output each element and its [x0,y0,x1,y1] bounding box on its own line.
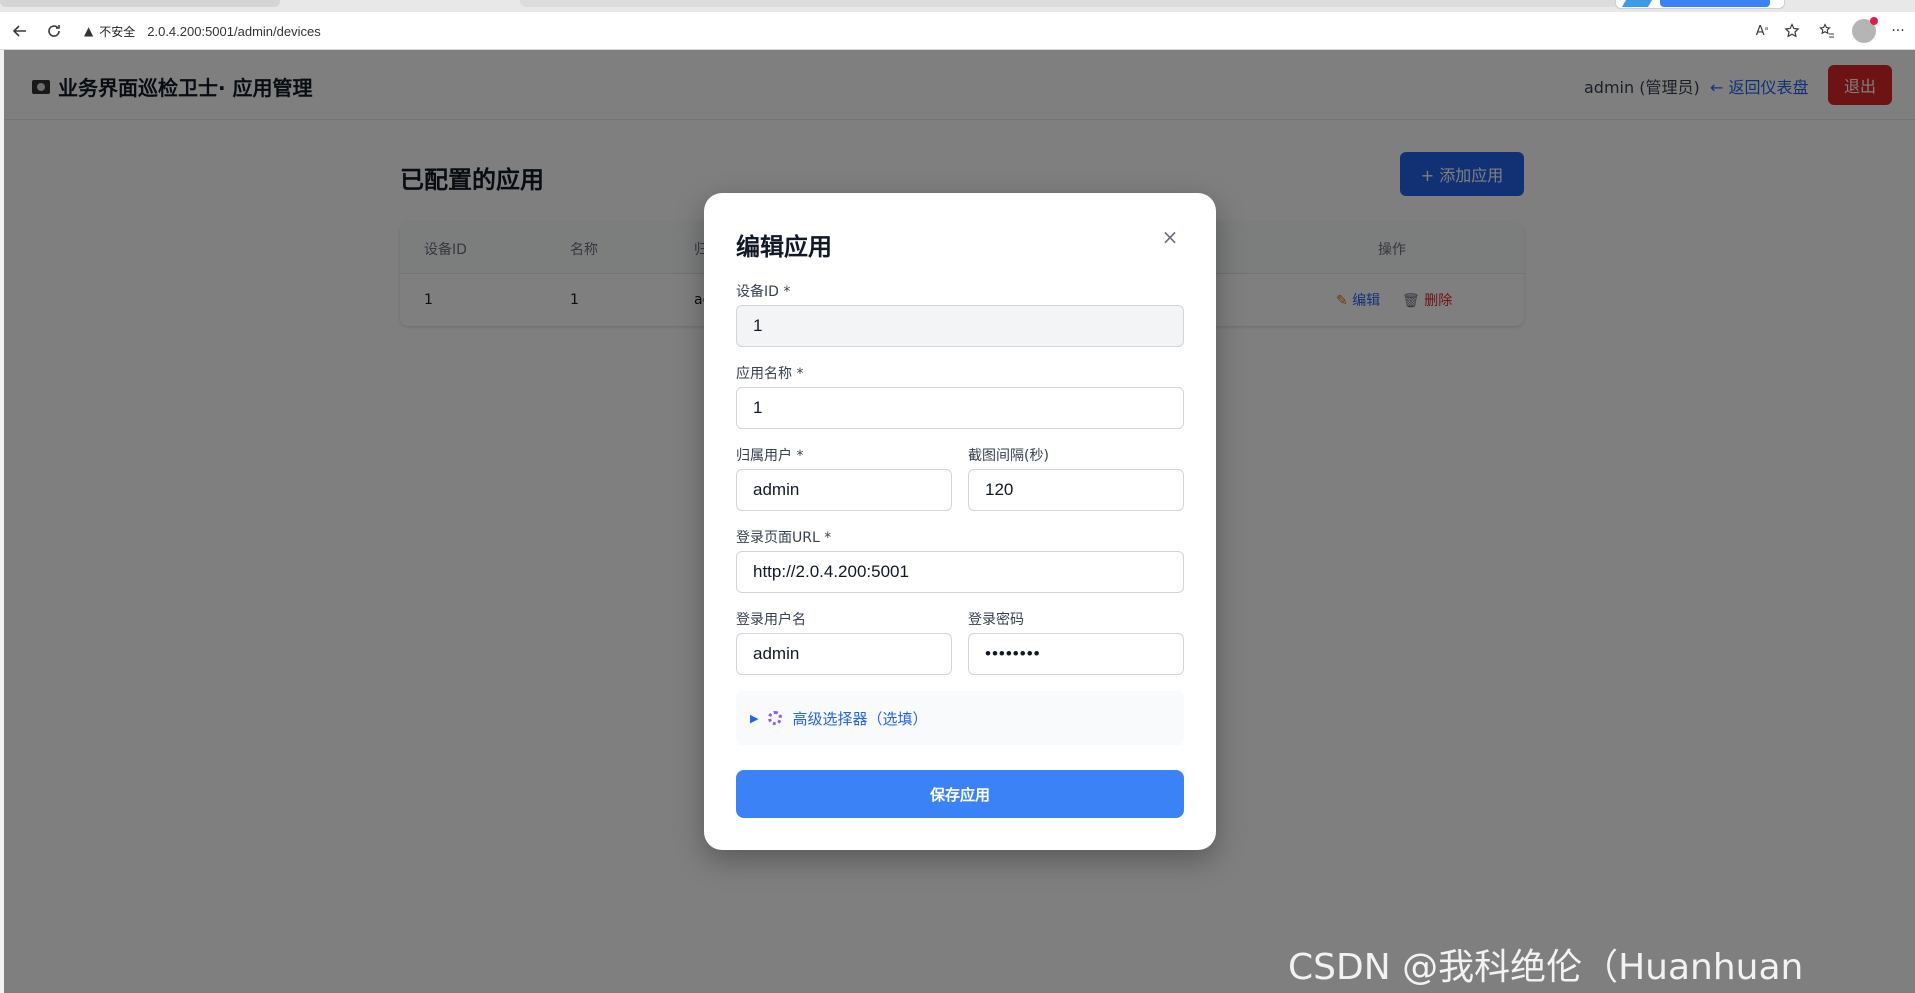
tab-favicon [1621,0,1653,7]
device-id-field[interactable]: 1 [736,305,1184,347]
app-name-label: 应用名称 * [736,366,804,382]
reload-icon[interactable] [42,19,66,43]
browser-tab[interactable] [520,0,1620,7]
close-icon[interactable]: × [1160,227,1180,247]
modal-title: 编辑应用 [736,233,832,261]
interval-field[interactable]: 120 [968,469,1184,511]
advanced-selectors-label: 高级选择器（选填） [792,709,928,728]
profile-avatar-icon[interactable] [1852,17,1878,43]
browser-tab-active[interactable] [1615,0,1785,9]
favorites-list-icon[interactable] [1815,19,1839,43]
back-arrow-icon[interactable] [8,19,32,43]
favorite-star-icon[interactable] [1780,19,1804,43]
save-app-button[interactable]: 保存应用 [736,770,1184,818]
url-text[interactable]: 2.0.4.200:5001/admin/devices [147,24,320,39]
interval-label: 截图间隔(秒) [968,448,1049,464]
login-url-label: 登录页面URL * [736,530,832,546]
browser-toolbar: ▲ 不安全 2.0.4.200:5001/admin/devices Aᵃ ··… [0,12,1915,50]
watermark: CSDN @我科绝伦（Huanhuan Zhou） [1288,947,1804,988]
app-name-field[interactable]: 1 [736,387,1184,429]
owner-field[interactable]: admin [736,469,952,511]
address-bar[interactable]: ▲ 不安全 2.0.4.200:5001/admin/devices [76,15,1776,47]
more-menu-icon[interactable]: ··· [1886,19,1910,43]
security-label[interactable]: 不安全 [99,23,135,40]
notification-dot [1870,17,1878,25]
login-user-label: 登录用户名 [736,612,806,628]
owner-label: 归属用户 * [736,448,804,464]
login-user-field[interactable]: admin [736,633,952,675]
warning-icon[interactable]: ▲ [84,24,93,38]
gear-icon [768,711,783,725]
device-id-label: 设备ID * [736,284,791,300]
login-pass-field[interactable]: •••••••• [968,633,1184,675]
login-url-field[interactable]: http://2.0.4.200:5001 [736,551,1184,593]
advanced-selectors-toggle[interactable]: ▶ 高级选择器（选填） [736,691,1184,745]
edit-app-modal: 编辑应用 × 设备ID * 1 应用名称 * 1 归属用户 * admin 截图… [704,193,1216,850]
browser-tab-strip [0,0,1915,12]
login-pass-label: 登录密码 [968,612,1024,628]
browser-tab[interactable] [0,0,280,7]
tab-indicator [1660,0,1770,7]
triangle-right-icon: ▶ [750,711,759,725]
read-aloud-icon[interactable]: Aᵃ [1750,19,1774,43]
